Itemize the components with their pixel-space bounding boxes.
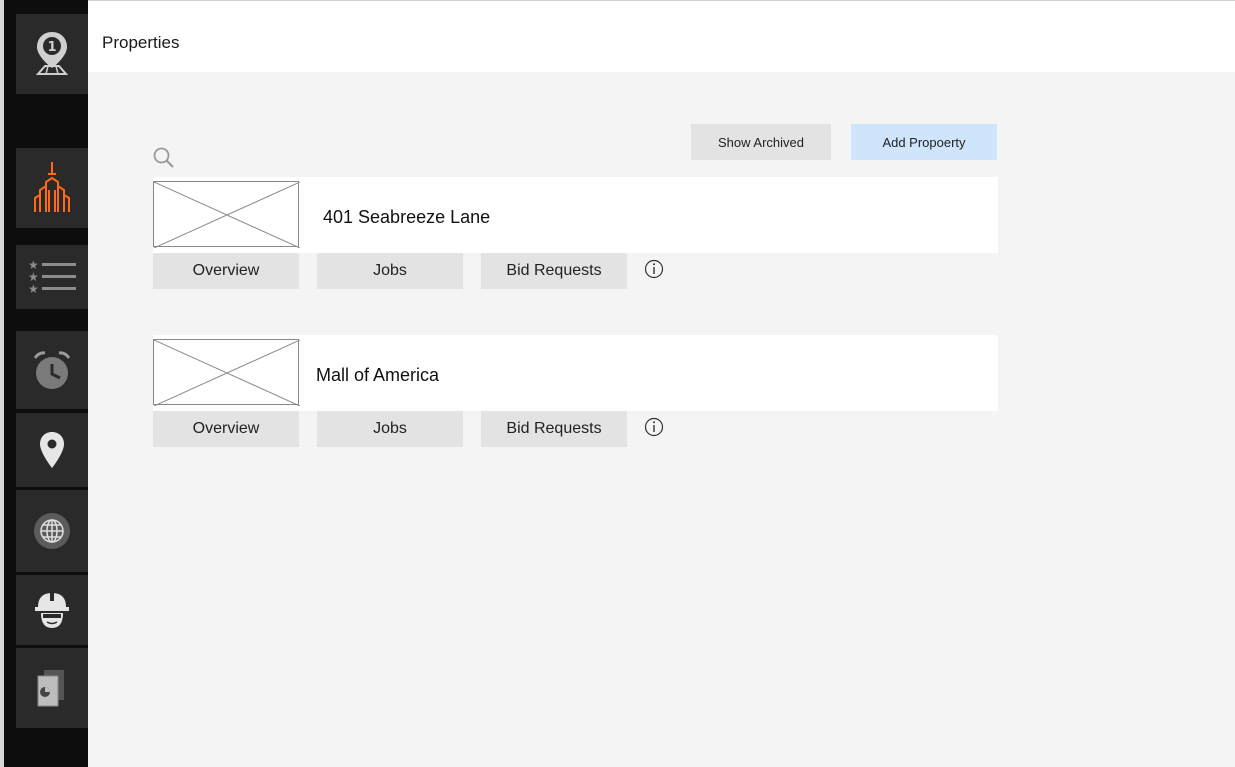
show-archived-button[interactable]: Show Archived (691, 124, 831, 160)
property-card[interactable]: Mall of America (153, 335, 998, 411)
sidebar-item-globe[interactable] (16, 490, 88, 572)
sidebar-item-reports[interactable] (16, 648, 88, 728)
page-title: Properties (102, 33, 180, 52)
sidebar-item-locations[interactable] (16, 413, 88, 487)
star-list-icon: ★ ★ ★ (26, 257, 78, 297)
add-property-button[interactable]: Add Propoerty (851, 124, 997, 160)
property-image-placeholder (153, 181, 300, 248)
svg-text:★: ★ (28, 282, 39, 296)
property-tabs: Overview Jobs Bid Requests (153, 411, 665, 447)
tab-jobs[interactable]: Jobs (317, 411, 463, 447)
hard-hat-worker-icon (32, 589, 72, 631)
sidebar-item-lists[interactable]: ★ ★ ★ (16, 245, 88, 309)
page-header: Properties (88, 0, 1235, 73)
map-pin-number-icon: 1 (34, 30, 70, 78)
tab-overview[interactable]: Overview (153, 253, 299, 289)
property-name[interactable]: Mall of America (316, 365, 439, 386)
tab-overview[interactable]: Overview (153, 411, 299, 447)
sidebar-logo[interactable]: 1 (16, 14, 88, 94)
search-icon[interactable] (152, 146, 176, 175)
tab-jobs[interactable]: Jobs (317, 253, 463, 289)
building-icon (32, 160, 72, 216)
sidebar: 1 ★ ★ ★ (0, 0, 88, 767)
location-pin-icon (39, 431, 65, 469)
tab-bid-requests[interactable]: Bid Requests (481, 411, 627, 447)
sidebar-item-alarms[interactable] (16, 331, 88, 409)
property-card[interactable]: 401 Seabreeze Lane (153, 177, 998, 253)
property-tabs: Overview Jobs Bid Requests (153, 253, 665, 289)
sidebar-item-workers[interactable] (16, 575, 88, 645)
svg-text:1: 1 (47, 40, 56, 55)
alarm-clock-icon (30, 348, 74, 392)
property-name[interactable]: 401 Seabreeze Lane (323, 207, 490, 228)
info-icon[interactable] (643, 258, 665, 285)
property-image-placeholder (153, 339, 300, 406)
info-icon[interactable] (643, 416, 665, 443)
sidebar-item-properties[interactable] (16, 148, 88, 228)
document-chart-icon (34, 668, 70, 708)
globe-icon (32, 511, 72, 551)
main-content: Show Archived Add Propoerty 401 Seabreez… (88, 72, 1235, 767)
tab-bid-requests[interactable]: Bid Requests (481, 253, 627, 289)
